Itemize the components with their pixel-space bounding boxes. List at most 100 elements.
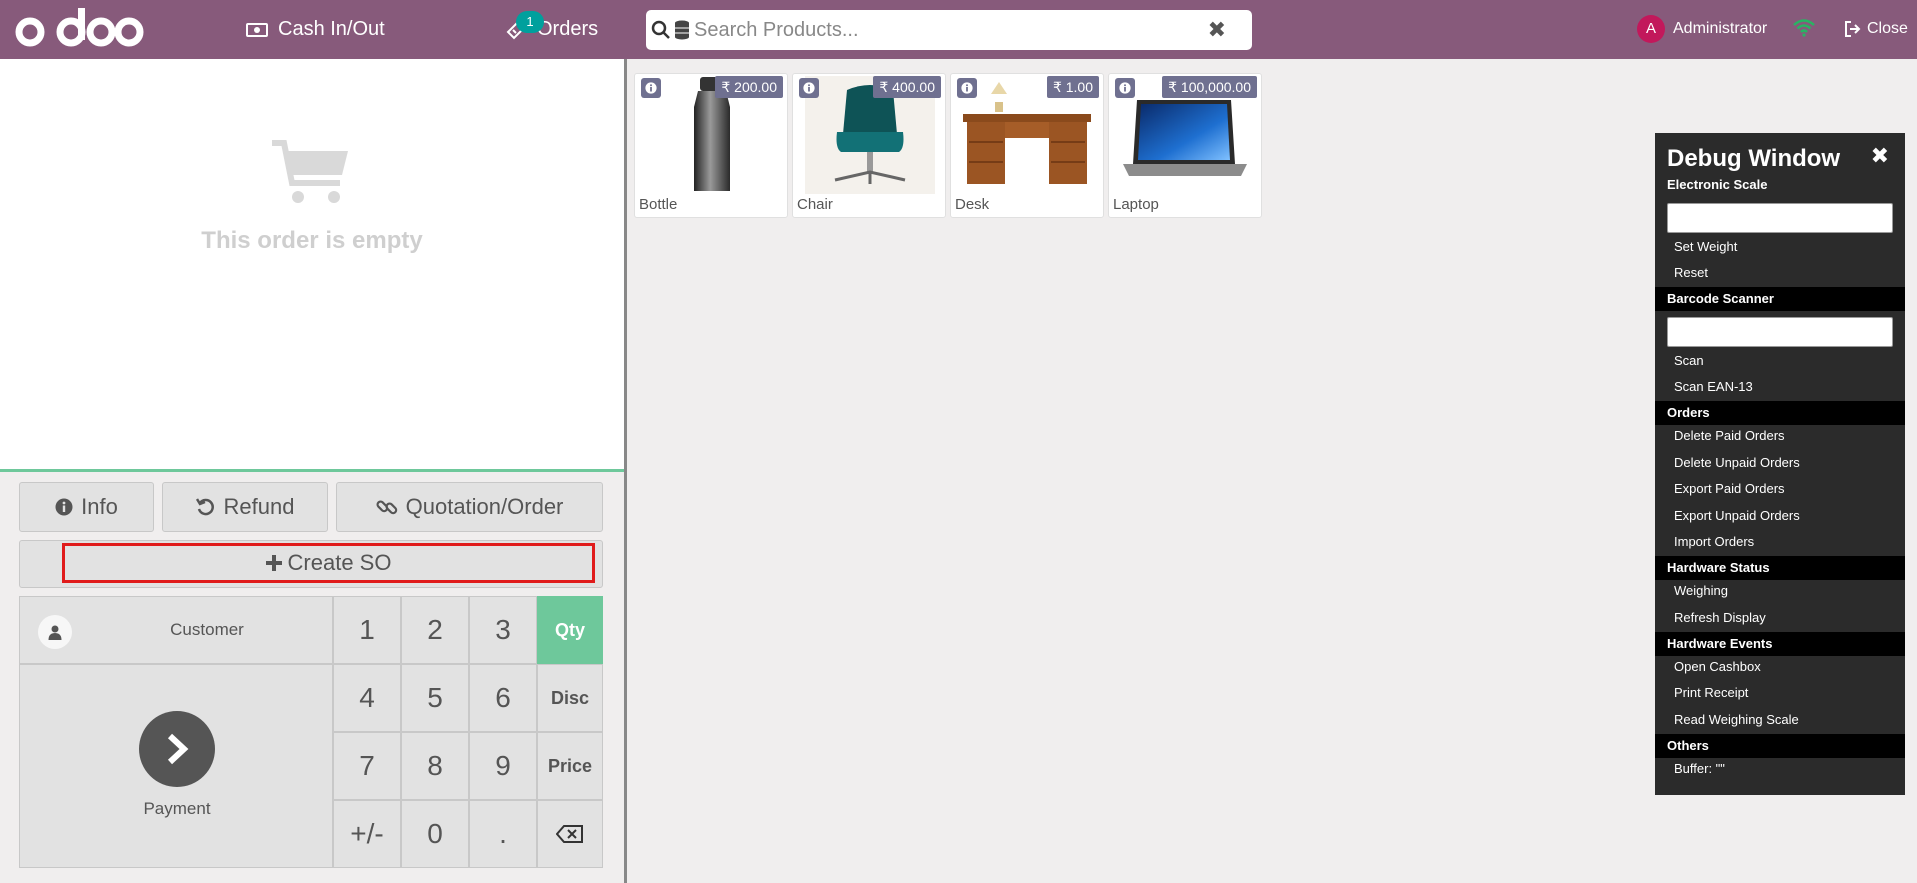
database-icon bbox=[674, 20, 690, 40]
close-pos-button[interactable]: Close bbox=[1843, 14, 1908, 44]
numpad-area: Customer Payment 1 2 3 Qty 4 5 6 Disc 7 … bbox=[19, 596, 603, 868]
weight-input[interactable] bbox=[1667, 203, 1893, 233]
money-icon bbox=[246, 22, 268, 38]
product-search-box[interactable]: ✖ bbox=[646, 10, 1252, 50]
set-weight-button[interactable]: Set Weight bbox=[1674, 239, 1737, 254]
product-price: ₹ 400.00 bbox=[873, 76, 941, 98]
wifi-icon bbox=[1792, 17, 1816, 42]
open-cashbox-button[interactable]: Open Cashbox bbox=[1674, 659, 1761, 674]
export-paid-orders-button[interactable]: Export Paid Orders bbox=[1674, 481, 1785, 496]
debug-window: Debug Window ✖ Electronic Scale Set Weig… bbox=[1655, 133, 1905, 795]
top-bar: Cash In/Out Orders 1 ✖ A Administrator C… bbox=[0, 0, 1917, 59]
numpad-key-7[interactable]: 7 bbox=[333, 732, 401, 800]
export-unpaid-orders-button[interactable]: Export Unpaid Orders bbox=[1674, 508, 1800, 523]
orders-label: Orders bbox=[537, 18, 599, 40]
refund-label: Refund bbox=[223, 494, 295, 519]
user-menu[interactable]: A Administrator bbox=[1637, 14, 1767, 44]
payment-label: Payment bbox=[143, 799, 211, 818]
numpad-key-2[interactable]: 2 bbox=[401, 596, 469, 664]
numpad-key-3[interactable]: 3 bbox=[469, 596, 537, 664]
qty-mode-button[interactable]: Qty bbox=[537, 596, 603, 664]
user-icon bbox=[38, 615, 72, 649]
read-weighing-scale-button[interactable]: Read Weighing Scale bbox=[1674, 712, 1799, 727]
delete-paid-orders-button[interactable]: Delete Paid Orders bbox=[1674, 428, 1785, 443]
numpad-key-plus-minus[interactable]: +/- bbox=[333, 800, 401, 868]
numpad-key-dot[interactable]: . bbox=[469, 800, 537, 868]
refund-button[interactable]: Refund bbox=[162, 482, 328, 532]
numpad-key-9[interactable]: 9 bbox=[469, 732, 537, 800]
section-hardware-status: Hardware Status bbox=[1655, 556, 1905, 580]
section-others: Others bbox=[1655, 734, 1905, 758]
clear-search-icon[interactable]: ✖ bbox=[1208, 17, 1226, 43]
orders-count-badge: 1 bbox=[516, 11, 544, 33]
product-card[interactable]: ₹ 100,000.00 Laptop bbox=[1108, 73, 1262, 218]
backspace-icon bbox=[555, 818, 584, 850]
create-so-row: Create SO bbox=[19, 540, 603, 588]
product-card[interactable]: ₹ 400.00 Chair bbox=[792, 73, 946, 218]
customer-button[interactable]: Customer bbox=[19, 596, 333, 664]
product-price: ₹ 1.00 bbox=[1046, 76, 1099, 98]
info-button[interactable]: Info bbox=[19, 482, 154, 532]
reset-button[interactable]: Reset bbox=[1674, 265, 1708, 280]
debug-close-icon[interactable]: ✖ bbox=[1871, 143, 1889, 169]
product-name: Chair bbox=[797, 196, 833, 213]
numpad-key-4[interactable]: 4 bbox=[333, 664, 401, 732]
backspace-button[interactable] bbox=[537, 800, 603, 868]
scan-button[interactable]: Scan bbox=[1674, 353, 1704, 368]
product-name: Laptop bbox=[1113, 196, 1159, 213]
payment-button[interactable]: Payment bbox=[19, 664, 333, 868]
product-info-icon[interactable] bbox=[1115, 78, 1135, 98]
product-name: Desk bbox=[955, 196, 990, 213]
user-name: Administrator bbox=[1673, 20, 1768, 37]
section-barcode-scanner: Barcode Scanner bbox=[1655, 287, 1905, 311]
undo-icon bbox=[195, 497, 216, 517]
order-pane: This order is empty Info Refund Quotatio… bbox=[0, 59, 624, 883]
create-so-button[interactable]: Create SO bbox=[62, 543, 595, 583]
weighing-status[interactable]: Weighing bbox=[1674, 583, 1728, 598]
barcode-input[interactable] bbox=[1667, 317, 1893, 347]
product-card[interactable]: ₹ 200.00 Bottle bbox=[634, 73, 788, 218]
product-price: ₹ 200.00 bbox=[715, 76, 783, 98]
disc-mode-button[interactable]: Disc bbox=[537, 664, 603, 732]
import-orders-button[interactable]: Import Orders bbox=[1674, 534, 1754, 549]
buffer-value: Buffer: "" bbox=[1674, 761, 1725, 776]
search-icon bbox=[651, 20, 671, 40]
cash-in-out-label: Cash In/Out bbox=[278, 18, 385, 40]
product-name: Bottle bbox=[639, 196, 678, 213]
numpad-key-6[interactable]: 6 bbox=[469, 664, 537, 732]
sign-out-icon bbox=[1843, 20, 1861, 38]
section-electronic-scale: Electronic Scale bbox=[1667, 177, 1768, 192]
numpad-key-0[interactable]: 0 bbox=[401, 800, 469, 868]
print-receipt-button[interactable]: Print Receipt bbox=[1674, 685, 1748, 700]
product-info-icon[interactable] bbox=[799, 78, 819, 98]
info-icon bbox=[55, 498, 73, 516]
section-hardware-events: Hardware Events bbox=[1655, 632, 1905, 656]
numpad-key-8[interactable]: 8 bbox=[401, 732, 469, 800]
scan-ean13-button[interactable]: Scan EAN-13 bbox=[1674, 379, 1753, 394]
price-mode-button[interactable]: Price bbox=[537, 732, 603, 800]
control-panel: Info Refund Quotation/Order Create SO Cu… bbox=[0, 472, 624, 883]
user-avatar: A bbox=[1637, 15, 1665, 43]
search-input[interactable] bbox=[694, 18, 1174, 42]
create-so-label: Create SO bbox=[287, 550, 392, 575]
close-label: Close bbox=[1867, 20, 1908, 37]
plus-icon bbox=[265, 555, 282, 571]
product-info-icon[interactable] bbox=[641, 78, 661, 98]
odoo-logo bbox=[10, 4, 150, 54]
link-icon bbox=[376, 496, 398, 518]
numpad-key-1[interactable]: 1 bbox=[333, 596, 401, 664]
quotation-order-button[interactable]: Quotation/Order bbox=[336, 482, 603, 532]
empty-order-message: This order is empty bbox=[201, 227, 423, 254]
numpad-key-5[interactable]: 5 bbox=[401, 664, 469, 732]
info-label: Info bbox=[81, 494, 118, 519]
shopping-cart-icon bbox=[270, 139, 350, 210]
product-price: ₹ 100,000.00 bbox=[1162, 76, 1257, 98]
order-lines-area: This order is empty bbox=[0, 59, 624, 469]
product-card[interactable]: ₹ 1.00 Desk bbox=[950, 73, 1104, 218]
section-orders: Orders bbox=[1655, 401, 1905, 425]
chevron-right-icon bbox=[139, 711, 215, 787]
refresh-display-button[interactable]: Refresh Display bbox=[1674, 610, 1766, 625]
cash-in-out-button[interactable]: Cash In/Out bbox=[246, 0, 385, 59]
delete-unpaid-orders-button[interactable]: Delete Unpaid Orders bbox=[1674, 455, 1800, 470]
product-info-icon[interactable] bbox=[957, 78, 977, 98]
